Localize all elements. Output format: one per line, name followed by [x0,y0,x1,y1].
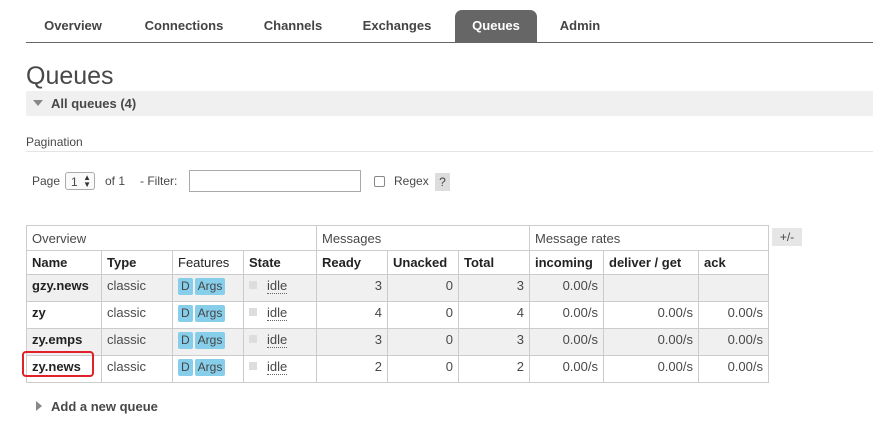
column-header-deliver-get[interactable]: deliver / get [603,250,699,275]
column-header-state[interactable]: State [243,250,317,275]
page-title: Queues [26,62,114,90]
pagination-divider [26,151,873,152]
group-header-messages: Messages [316,225,530,251]
state-indicator-icon [249,308,257,316]
queue-features: D Args [172,274,244,302]
group-header-overview: Overview [26,225,317,251]
queue-ready: 3 [316,274,388,302]
tab-exchanges[interactable]: Exchanges [348,10,446,42]
add-queue-toggle[interactable]: Add a new queue [51,399,158,414]
queue-incoming: 0.00/s [529,274,604,302]
args-badge: Args [194,305,226,322]
queue-deliver-get [603,274,699,302]
column-header-ack[interactable]: ack [698,250,769,275]
column-header-features: Features [172,250,244,275]
table-row: zy.emps classic D Args idle 3 0 3 0.00/s … [26,328,769,356]
queues-table: Overview Messages Message rates Name Typ… [26,225,769,383]
queue-unacked: 0 [387,328,459,356]
queue-state: idle [243,274,317,302]
tab-connections[interactable]: Connections [128,10,240,42]
column-header-incoming[interactable]: incoming [529,250,604,275]
tab-queues[interactable]: Queues [455,10,537,42]
queue-state-label: idle [267,332,288,348]
page-label: Page [32,174,61,188]
durable-badge: D [178,278,193,295]
triangle-down-icon [33,100,43,106]
queue-incoming: 0.00/s [529,301,604,329]
column-header-ready[interactable]: Ready [316,250,388,275]
queue-type: classic [101,274,173,302]
table-row: gzy.news classic D Args idle 3 0 3 0.00/s [26,274,769,302]
table-row: zy classic D Args idle 4 0 4 0.00/s 0.00/… [26,301,769,329]
queue-features: D Args [172,355,244,383]
queue-state: idle [243,355,317,383]
highlight-box [22,351,94,377]
queue-total: 2 [458,355,530,383]
queue-type: classic [101,301,173,329]
column-header-total[interactable]: Total [458,250,530,275]
queue-total: 3 [458,328,530,356]
filter-input[interactable] [189,170,361,192]
regex-label: Regex [394,174,429,188]
page-select[interactable]: 1 ▲ ▼ [65,172,95,190]
select-arrows-icon: ▲ ▼ [83,173,91,189]
queue-unacked: 0 [387,355,459,383]
queue-unacked: 0 [387,301,459,329]
queue-ack [698,274,769,302]
queue-total: 3 [458,274,530,302]
filter-label: - Filter: [140,174,178,188]
args-badge: Args [194,359,226,376]
state-indicator-icon [249,335,257,343]
queue-state: idle [243,301,317,329]
queue-ready: 4 [316,301,388,329]
queue-name-link[interactable]: zy [26,301,102,329]
column-header-unacked[interactable]: Unacked [387,250,459,275]
main-nav: Overview Connections Channels Exchanges … [26,10,873,43]
queue-type: classic [101,328,173,356]
queue-total: 4 [458,301,530,329]
tab-channels[interactable]: Channels [250,10,336,42]
queue-ack: 0.00/s [698,355,769,383]
durable-badge: D [178,332,193,349]
durable-badge: D [178,359,193,376]
table-row: zy.news classic D Args idle 2 0 2 0.00/s … [26,355,769,383]
queue-deliver-get: 0.00/s [603,328,699,356]
pagination-heading: Pagination [26,135,83,149]
args-badge: Args [194,332,226,349]
queue-ready: 3 [316,328,388,356]
regex-checkbox[interactable] [374,176,385,187]
queue-state: idle [243,328,317,356]
queue-deliver-get: 0.00/s [603,355,699,383]
queue-incoming: 0.00/s [529,328,604,356]
state-indicator-icon [249,362,257,370]
queue-name-link[interactable]: gzy.news [26,274,102,302]
section-title: All queues (4) [51,96,137,111]
queue-unacked: 0 [387,274,459,302]
columns-toggle-button[interactable]: +/- [772,228,802,246]
regex-help-button[interactable]: ? [435,173,450,191]
group-header-message-rates: Message rates [529,225,769,251]
queue-deliver-get: 0.00/s [603,301,699,329]
page-count-label: of 1 [105,174,126,188]
queue-state-label: idle [267,359,288,375]
queue-state-label: idle [267,278,288,294]
column-header-type[interactable]: Type [101,250,173,275]
args-badge: Args [194,278,226,295]
queue-ack: 0.00/s [698,301,769,329]
queue-features: D Args [172,328,244,356]
triangle-right-icon [36,401,42,411]
queue-ready: 2 [316,355,388,383]
queue-incoming: 0.00/s [529,355,604,383]
queue-type: classic [101,355,173,383]
queue-state-label: idle [267,305,288,321]
tab-admin[interactable]: Admin [547,10,613,42]
queue-ack: 0.00/s [698,328,769,356]
all-queues-section-toggle[interactable]: All queues (4) [26,91,873,116]
queue-features: D Args [172,301,244,329]
state-indicator-icon [249,281,257,289]
tab-overview[interactable]: Overview [26,10,120,42]
durable-badge: D [178,305,193,322]
page-select-value: 1 [71,175,78,189]
column-header-name[interactable]: Name [26,250,102,275]
